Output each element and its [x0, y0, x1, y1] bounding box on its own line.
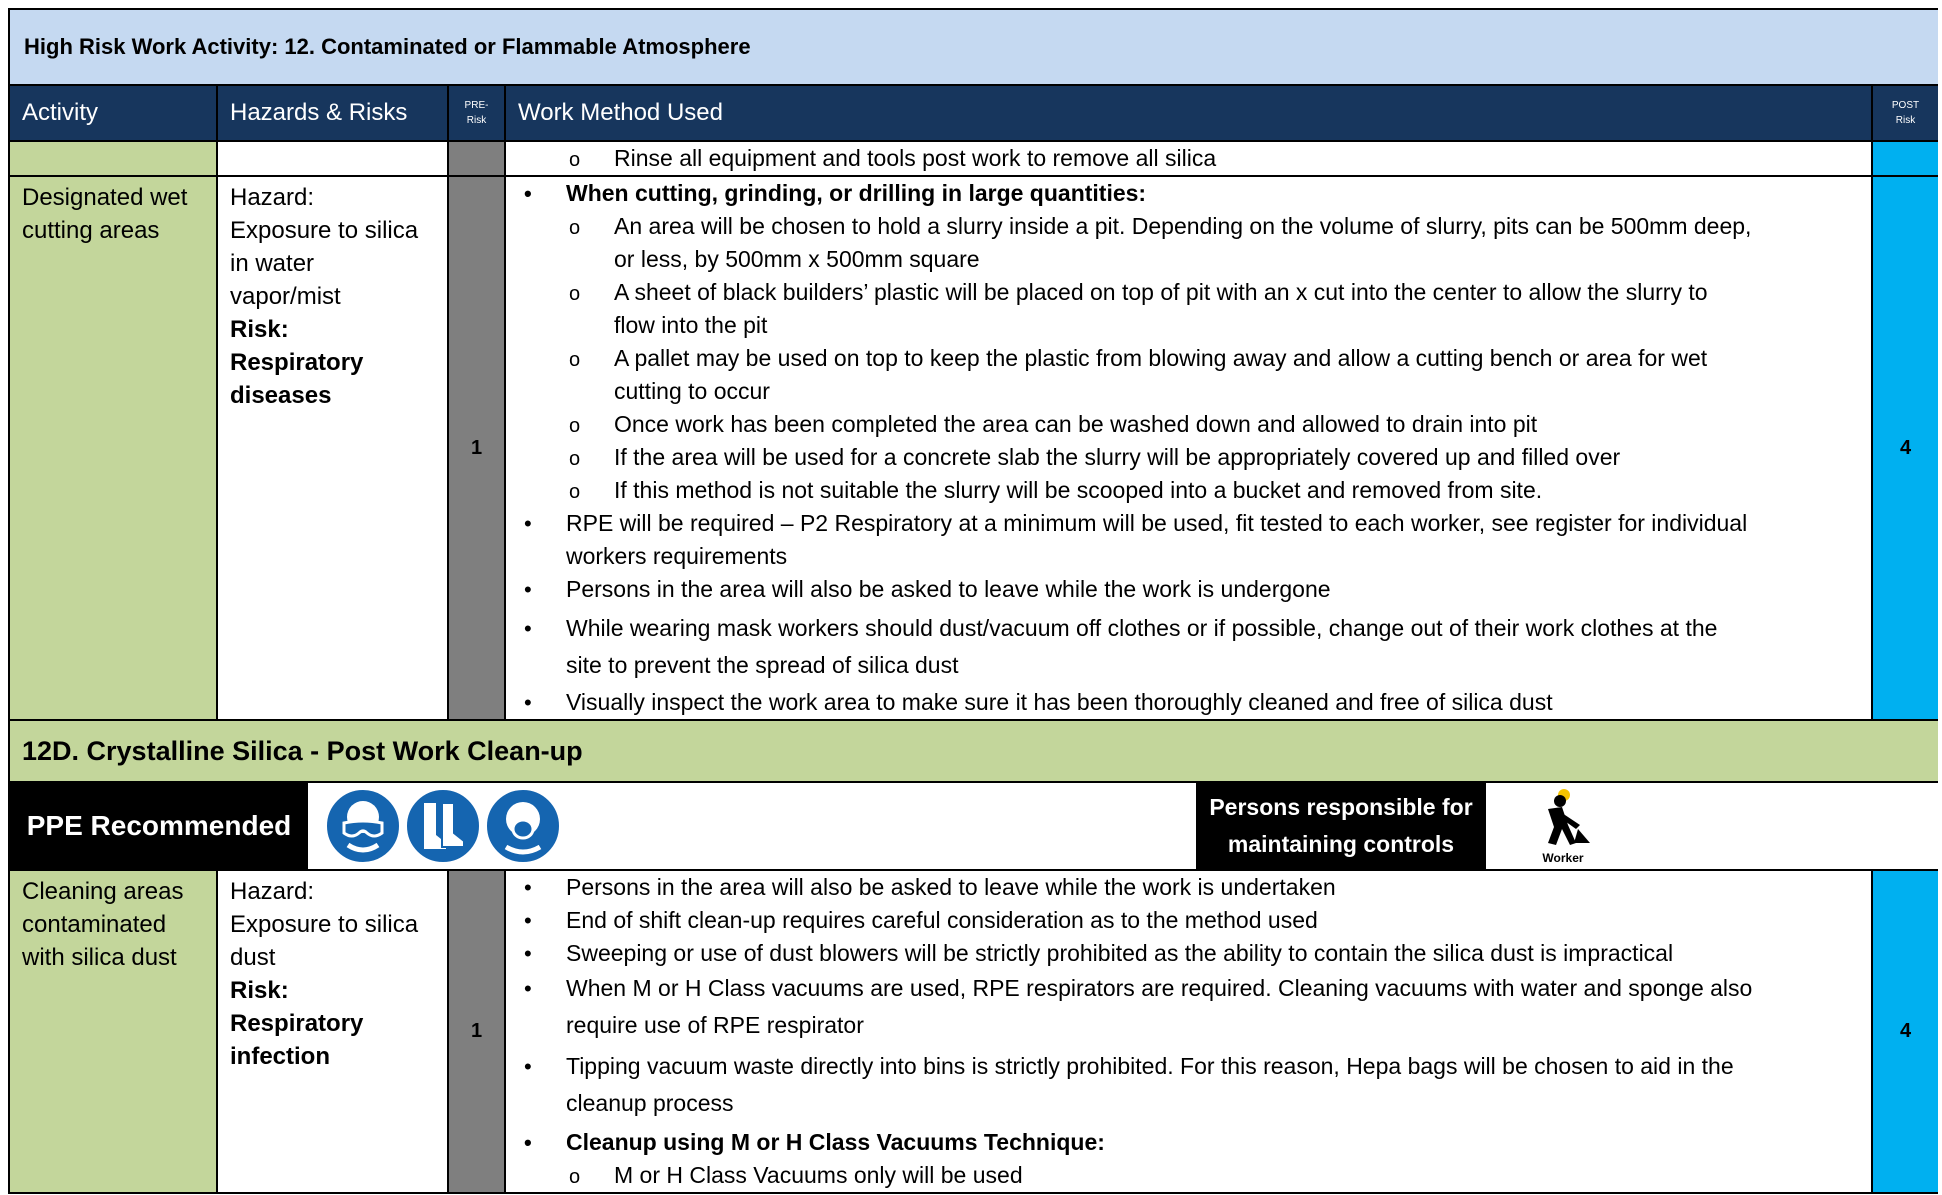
text-line: site to prevent the spread of silica dus…	[566, 652, 959, 678]
activity-cell-empty	[8, 140, 218, 177]
page-title: High Risk Work Activity: 12. Contaminate…	[8, 8, 1938, 86]
method-lead-bullet: Cleanup using M or H Class Vacuums Techn…	[506, 1126, 1851, 1159]
text-line: cleanup process	[566, 1090, 734, 1116]
risk-line: Respiratory	[230, 1010, 364, 1037]
ppe-cell: PPE Recommended Persons responsible for …	[8, 781, 1938, 871]
risk-assessment-table: High Risk Work Activity: 12. Contaminate…	[8, 8, 1938, 1194]
text-line: require use of RPE respirator	[566, 1012, 864, 1038]
method-bullet: End of shift clean-up requires careful c…	[506, 904, 1851, 937]
method-bullet: While wearing mask workers should dust/v…	[506, 610, 1851, 684]
hazard-label: Hazard:	[230, 184, 315, 211]
method-cell: Persons in the area will also be asked t…	[504, 869, 1873, 1194]
method-sub-item: If this method is not suitable the slurr…	[506, 474, 1851, 509]
post-risk-header-line2: Risk	[1895, 115, 1916, 126]
cleaning-row: Cleaning areas contaminated with silica …	[8, 869, 1938, 1194]
activity-line: Cleaning areas	[22, 878, 184, 905]
text-line: flow into the pit	[614, 312, 768, 338]
method-sub-item: Once work has been completed the area ca…	[506, 408, 1851, 443]
method-sub-item: Rinse all equipment and tools post work …	[506, 142, 1851, 177]
safety-boots-icon	[405, 788, 481, 864]
post-risk-value: 4	[1871, 175, 1938, 721]
risk-line: infection	[230, 1043, 330, 1070]
pre-risk-value: 1	[447, 869, 506, 1194]
worker-label: Worker	[1542, 851, 1584, 865]
section-title: 12D. Crystalline Silica - Post Work Clea…	[8, 719, 1938, 783]
activity-line: contaminated	[22, 911, 167, 938]
method-bullet: Persons in the area will also be asked t…	[506, 871, 1851, 904]
ppe-icons	[324, 787, 562, 865]
col-activity-header: Activity	[8, 84, 218, 142]
text-line: A pallet may be used on top to keep the …	[614, 345, 1708, 371]
text-line: While wearing mask workers should dust/v…	[566, 615, 1718, 641]
method-sub-item: A pallet may be used on top to keep the …	[506, 342, 1851, 408]
method-sub-item: M or H Class Vacuums only will be used	[506, 1159, 1851, 1194]
worker-badge: Worker	[1518, 785, 1608, 867]
pre-risk-value: 1	[447, 175, 506, 721]
risk-line: diseases	[230, 382, 332, 409]
post-risk-value: 4	[1871, 869, 1938, 1194]
hazard-label: Hazard:	[230, 878, 315, 905]
pre-risk-cell-empty	[447, 140, 506, 177]
method-bullet: Persons in the area will also be asked t…	[506, 573, 1851, 606]
text-line: workers requirements	[566, 543, 788, 569]
text-line: Persons responsible for	[1209, 794, 1473, 820]
column-header-row: Activity Hazards & Risks PRE- Risk Work …	[8, 84, 1938, 142]
method-sub-item: An area will be chosen to hold a slurry …	[506, 210, 1851, 276]
method-bullet: Visually inspect the work area to make s…	[506, 686, 1851, 719]
method-cell: Rinse all equipment and tools post work …	[504, 140, 1873, 177]
method-sub-item: A sheet of black builders’ plastic will …	[506, 276, 1851, 342]
hazard-line: Exposure to silica	[230, 217, 419, 244]
method-lead-bullet: When cutting, grinding, or drilling in l…	[506, 177, 1851, 210]
method-sub-item: If the area will be used for a concrete …	[506, 441, 1851, 476]
safety-glasses-icon	[325, 788, 401, 864]
hazard-cell-empty	[216, 140, 449, 177]
method-bullet: Sweeping or use of dust blowers will be …	[506, 937, 1851, 970]
activity-line: cutting areas	[22, 217, 160, 244]
col-post-risk-header: POST Risk	[1871, 84, 1938, 142]
hazard-line: dust	[230, 944, 276, 971]
risk-label: Risk:	[230, 316, 289, 343]
method-bullet: When M or H Class vacuums are used, RPE …	[506, 970, 1851, 1044]
pre-risk-header-line1: PRE-	[464, 100, 489, 111]
ppe-recommended-label: PPE Recommended	[10, 783, 308, 869]
text-line: cutting to occur	[614, 378, 770, 404]
document-page: High Risk Work Activity: 12. Contaminate…	[0, 0, 1942, 1195]
text-line: maintaining controls	[1227, 831, 1455, 857]
wet-cutting-row: Designated wet cutting areas Hazard: Exp…	[8, 175, 1938, 721]
method-bullet: Tipping vacuum waste directly into bins …	[506, 1048, 1851, 1122]
section-row: 12D. Crystalline Silica - Post Work Clea…	[8, 719, 1938, 783]
post-risk-cell-empty	[1871, 140, 1938, 177]
method-cell: When cutting, grinding, or drilling in l…	[504, 175, 1873, 721]
activity-cell: Cleaning areas contaminated with silica …	[8, 869, 218, 1194]
ppe-row: PPE Recommended Persons responsible for …	[8, 781, 1938, 871]
activity-line: Designated wet	[22, 184, 188, 211]
worker-icon	[1548, 789, 1590, 845]
risk-line: Respiratory	[230, 349, 364, 376]
hazard-line: vapor/mist	[230, 283, 341, 310]
col-pre-risk-header: PRE- Risk	[447, 84, 506, 142]
text-line: RPE will be required – P2 Respiratory at…	[566, 510, 1748, 536]
risk-label: Risk:	[230, 977, 289, 1004]
pre-risk-header-line2: Risk	[466, 115, 487, 126]
text-line: or less, by 500mm x 500mm square	[614, 246, 980, 272]
post-risk-header-line1: POST	[1891, 100, 1920, 111]
persons-responsible-label: Persons responsible for maintaining cont…	[1196, 783, 1486, 869]
col-hazards-header: Hazards & Risks	[216, 84, 449, 142]
hazard-line: Exposure to silica	[230, 911, 419, 938]
activity-cell: Designated wet cutting areas	[8, 175, 218, 721]
col-method-header: Work Method Used	[504, 84, 1873, 142]
dust-mask-icon	[485, 788, 561, 864]
text-line: An area will be chosen to hold a slurry …	[614, 213, 1752, 239]
text-line: Tipping vacuum waste directly into bins …	[566, 1053, 1734, 1079]
title-row: High Risk Work Activity: 12. Contaminate…	[8, 8, 1938, 86]
method-bullet: RPE will be required – P2 Respiratory at…	[506, 507, 1851, 573]
text-line: A sheet of black builders’ plastic will …	[614, 279, 1708, 305]
continuation-row: Rinse all equipment and tools post work …	[8, 140, 1938, 177]
risk-table-frame: High Risk Work Activity: 12. Contaminate…	[8, 8, 1938, 1195]
hazard-line: in water	[230, 250, 315, 277]
text-line: When M or H Class vacuums are used, RPE …	[566, 975, 1753, 1001]
activity-line: with silica dust	[22, 944, 177, 971]
hazard-cell: Hazard: Exposure to silica in water vapo…	[216, 175, 449, 721]
hazard-cell: Hazard: Exposure to silica dust Risk: Re…	[216, 869, 449, 1194]
